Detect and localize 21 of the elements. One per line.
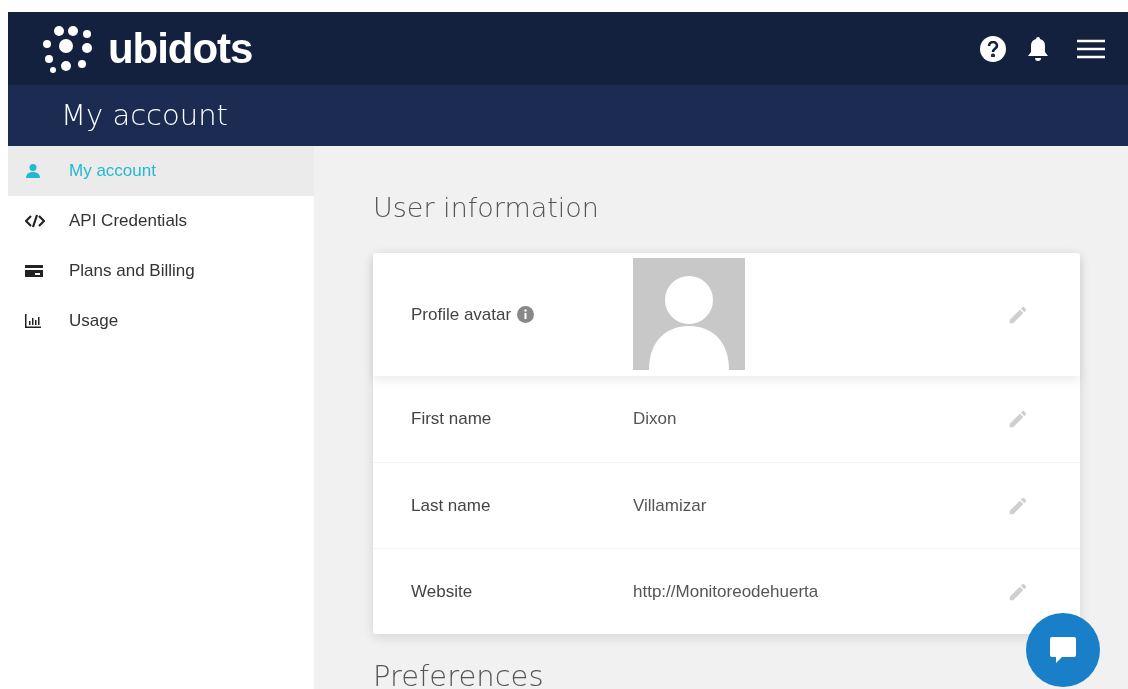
field-label: Website [411,580,474,603]
field-label: First name [411,408,493,431]
chat-bubble-icon [1048,635,1078,665]
section-title: User information [373,194,600,221]
menu-icon[interactable] [1076,38,1106,59]
page-title: My account [61,96,228,134]
user-icon [25,163,41,179]
bar-chart-icon [25,314,41,328]
notification-bell-icon[interactable] [1026,35,1050,62]
code-icon [25,214,45,228]
field-label: Last name [411,494,492,517]
pencil-icon [1007,408,1029,430]
field-value: http://Monitoreodehuerta [633,580,820,603]
info-icon [517,306,535,323]
help-icon[interactable] [980,35,1006,62]
field-value: Dixon [633,408,678,431]
logo-text: ubidots [108,27,253,70]
field-label: Profile avatar [411,303,512,326]
field-value: Villamizar [633,494,708,517]
section-title: Preferences [373,662,545,689]
credit-card-icon [25,264,43,278]
